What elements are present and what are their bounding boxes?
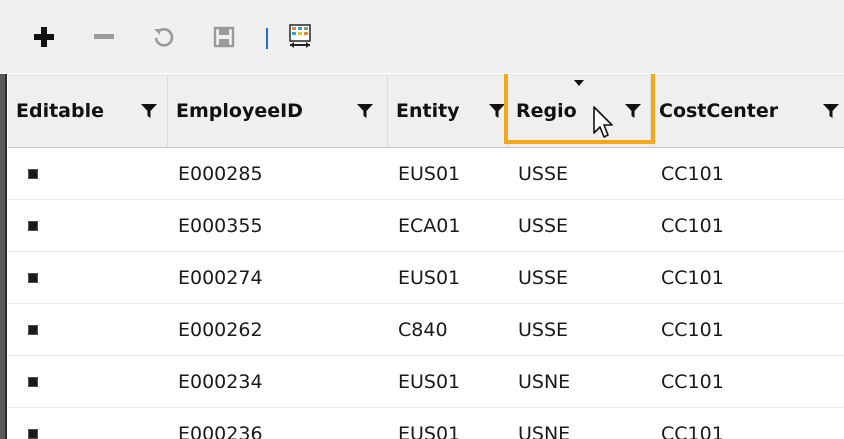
employee-id-cell[interactable]: E000236: [168, 408, 388, 439]
save-icon: [213, 26, 235, 48]
table-row[interactable]: E000234 EUS01 USNE CC101: [8, 356, 844, 408]
column-chooser-button[interactable]: [284, 21, 316, 53]
column-chooser-icon: [289, 24, 311, 48]
table-row[interactable]: E000262 C840 USSE CC101: [8, 304, 844, 356]
cost-center-cell[interactable]: CC101: [651, 356, 844, 408]
region-cell[interactable]: USNE: [508, 408, 651, 439]
row-header-strip: [0, 74, 7, 439]
undo-button[interactable]: [148, 21, 180, 53]
cost-center-cell[interactable]: CC101: [651, 148, 844, 200]
table-row[interactable]: E000355 ECA01 USSE CC101: [8, 200, 844, 252]
column-header-entity[interactable]: Entity: [388, 74, 508, 147]
delete-row-button[interactable]: [88, 21, 120, 53]
data-grid: Editable EmployeeID Entity Regio CostCen…: [0, 74, 844, 439]
editable-cell[interactable]: [18, 408, 168, 439]
cost-center-cell[interactable]: CC101: [651, 200, 844, 252]
region-cell[interactable]: USSE: [508, 200, 651, 252]
cost-center-cell[interactable]: CC101: [651, 304, 844, 356]
entity-cell[interactable]: EUS01: [388, 148, 508, 200]
editable-checkbox[interactable]: [28, 325, 38, 335]
region-cell[interactable]: USSE: [508, 304, 651, 356]
column-header-label: EmployeeID: [176, 99, 303, 122]
editable-cell[interactable]: [18, 356, 168, 408]
editable-checkbox[interactable]: [28, 429, 38, 439]
filter-icon[interactable]: [822, 102, 840, 120]
plus-icon: [34, 27, 54, 47]
save-button[interactable]: [208, 21, 240, 53]
sort-descending-icon: [574, 80, 584, 86]
employee-id-cell[interactable]: E000285: [168, 148, 388, 200]
editable-checkbox[interactable]: [28, 273, 38, 283]
column-header-editable[interactable]: Editable: [8, 74, 168, 147]
filter-icon[interactable]: [624, 102, 642, 120]
column-header-label: Regio: [516, 99, 577, 122]
entity-cell[interactable]: C840: [388, 304, 508, 356]
editable-cell[interactable]: [18, 304, 168, 356]
entity-cell[interactable]: ECA01: [388, 200, 508, 252]
toolbar-separator: [266, 28, 268, 49]
entity-cell[interactable]: EUS01: [388, 356, 508, 408]
minus-icon: [94, 34, 114, 39]
entity-cell[interactable]: EUS01: [388, 252, 508, 304]
employee-id-cell[interactable]: E000274: [168, 252, 388, 304]
filter-icon[interactable]: [488, 102, 506, 120]
filter-icon[interactable]: [140, 102, 158, 120]
region-cell[interactable]: USSE: [508, 252, 651, 304]
cost-center-cell[interactable]: CC101: [651, 252, 844, 304]
employee-id-cell[interactable]: E000262: [168, 304, 388, 356]
cost-center-cell[interactable]: CC101: [651, 408, 844, 439]
editable-checkbox[interactable]: [28, 377, 38, 387]
column-header-label: Entity: [396, 99, 460, 122]
grid-toolbar: [0, 0, 844, 73]
region-cell[interactable]: USSE: [508, 148, 651, 200]
table-row[interactable]: E000236 EUS01 USNE CC101: [8, 408, 844, 439]
add-row-button[interactable]: [28, 21, 60, 53]
employee-id-cell[interactable]: E000355: [168, 200, 388, 252]
undo-icon: [154, 28, 174, 47]
editable-cell[interactable]: [18, 200, 168, 252]
editable-checkbox[interactable]: [28, 221, 38, 231]
grid-header: Editable EmployeeID Entity Regio CostCen…: [8, 74, 844, 148]
column-header-label: Editable: [16, 99, 104, 122]
employee-id-cell[interactable]: E000234: [168, 356, 388, 408]
column-header-costcenter[interactable]: CostCenter: [651, 74, 844, 147]
column-header-label: CostCenter: [659, 99, 779, 122]
editable-checkbox[interactable]: [28, 169, 38, 179]
table-row[interactable]: E000285 EUS01 USSE CC101: [8, 148, 844, 200]
table-row[interactable]: E000274 EUS01 USSE CC101: [8, 252, 844, 304]
entity-cell[interactable]: EUS01: [388, 408, 508, 439]
editable-cell[interactable]: [18, 148, 168, 200]
column-header-employeeid[interactable]: EmployeeID: [168, 74, 388, 147]
editable-cell[interactable]: [18, 252, 168, 304]
mouse-cursor-icon: [593, 106, 613, 138]
column-header-region[interactable]: Regio: [508, 74, 651, 147]
filter-icon[interactable]: [356, 102, 374, 120]
region-cell[interactable]: USNE: [508, 356, 651, 408]
